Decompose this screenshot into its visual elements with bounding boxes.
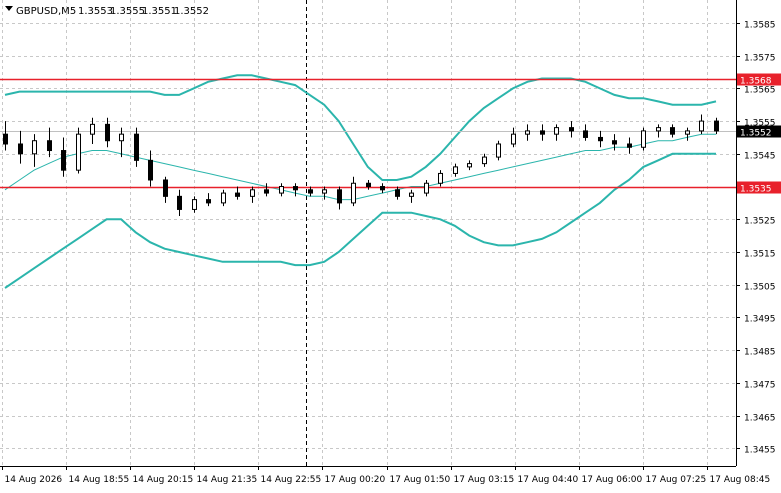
- candle-body-bull: [438, 172, 443, 184]
- x-tick-label: 14 Aug 21:35: [197, 475, 258, 485]
- x-tick-label: 17 Aug 03:15: [454, 475, 515, 485]
- y-tick-label: 1.3455: [744, 446, 776, 456]
- candle-body-bull: [32, 140, 37, 155]
- y-tick-label: 1.3475: [744, 381, 776, 391]
- candle-body-bear: [293, 186, 298, 191]
- candle-body-bear: [134, 133, 139, 161]
- x-tick-label: 14 Aug 18:55: [69, 475, 130, 485]
- x-tick-label: 17 Aug 07:25: [646, 475, 707, 485]
- y-tick-label: 1.3545: [744, 152, 776, 162]
- candle-body-bull: [322, 189, 327, 194]
- x-tick-label: 17 Aug 01:50: [390, 475, 451, 485]
- candle-body-bull: [424, 182, 429, 194]
- candle-body-bear: [380, 186, 385, 191]
- candle-body-bull: [699, 120, 704, 132]
- y-tick-label: 1.3575: [744, 54, 776, 64]
- candle-body-bull: [409, 192, 414, 197]
- ohlc-high: 1.3555: [110, 6, 145, 17]
- candle-body-bull: [525, 130, 530, 135]
- candle-body-bear: [670, 127, 675, 135]
- candle-body-bull: [453, 166, 458, 174]
- candle-body-bull: [119, 133, 124, 142]
- candle-body-bear: [3, 133, 8, 145]
- candle-body-bull: [221, 192, 226, 204]
- candle-body-bear: [235, 192, 240, 197]
- candle-body-bear: [18, 143, 23, 155]
- candle-body-bear: [583, 130, 588, 138]
- candle-body-bear: [366, 182, 371, 188]
- chart-background: [0, 0, 781, 489]
- candle-body-bull: [685, 130, 690, 135]
- candle-body-bull: [554, 127, 559, 135]
- candle-body-bear: [105, 123, 110, 142]
- ohlc-low: 1.3551: [142, 6, 177, 17]
- y-tick-label: 1.3495: [744, 315, 776, 325]
- candle-body-bull: [511, 133, 516, 145]
- candle-body-bull: [467, 163, 472, 168]
- candle-body-bear: [612, 140, 617, 145]
- price-chart[interactable]: 1.3568 1.3535 1.3552 1.3585 1.3575 1.3565 1.3…: [0, 0, 781, 489]
- candle-body-bear: [177, 195, 182, 210]
- candle-body-bull: [656, 127, 661, 132]
- chart-canvas[interactable]: 1.35681.35351.3552 1.35851.35751.35651.3…: [0, 0, 781, 489]
- y-tick-label: 1.3515: [744, 250, 776, 260]
- candle-body-bear: [598, 136, 603, 142]
- chart-header: GBPUSD,M5 1.3553 1.3555 1.3551 1.3552: [5, 6, 209, 17]
- x-tick-label: 17 Aug 00:20: [325, 475, 386, 485]
- candle-body-bull: [250, 189, 255, 197]
- x-tick-label: 17 Aug 04:40: [518, 475, 579, 485]
- candle-body-bear: [569, 127, 574, 132]
- candle-body-bear: [264, 189, 269, 194]
- candle-body-bear: [308, 189, 313, 194]
- x-tick-label: 17 Aug 06:00: [582, 475, 643, 485]
- y-tick-label: 1.3585: [744, 21, 776, 31]
- candle-body-bear: [163, 179, 168, 197]
- ohlc-open: 1.3553: [78, 6, 113, 17]
- candle-body-bull: [351, 182, 356, 204]
- current-price-label: 1.3552: [740, 129, 772, 139]
- x-tick-label: 17 Aug 08:45: [710, 475, 771, 485]
- y-tick-label: 1.3465: [744, 414, 776, 424]
- candle-body-bull: [482, 156, 487, 165]
- y-tick-label: 1.3505: [744, 283, 776, 293]
- candle-body-bear: [61, 150, 66, 171]
- y-tick-label: 1.3525: [744, 217, 776, 227]
- candle-body-bear: [540, 130, 545, 135]
- candle-body-bull: [279, 186, 284, 194]
- x-tick-label: 14 Aug 22:55: [261, 475, 322, 485]
- level-price-label: 1.3535: [740, 185, 772, 195]
- candle-body-bear: [627, 143, 632, 148]
- candle-body-bear: [714, 120, 719, 132]
- x-tick-label: 14 Aug 2026: [5, 475, 63, 485]
- candle-body-bear: [206, 199, 211, 204]
- candle-body-bull: [192, 199, 197, 210]
- candle-body-bear: [395, 189, 400, 197]
- candle-body-bull: [90, 123, 95, 135]
- candle-body-bull: [641, 130, 646, 148]
- y-tick-label: 1.3565: [744, 86, 776, 96]
- candle-body-bear: [148, 159, 153, 181]
- ohlc-close: 1.3552: [174, 6, 209, 17]
- candle-body-bull: [76, 133, 81, 171]
- candle-body-bear: [337, 189, 342, 204]
- symbol-label: GBPUSD,M5: [16, 6, 76, 17]
- y-tick-label: 1.3555: [744, 119, 776, 129]
- x-tick-label: 14 Aug 20:15: [133, 475, 194, 485]
- y-tick-label: 1.3485: [744, 348, 776, 358]
- candle-body-bear: [47, 140, 52, 152]
- candle-body-bull: [496, 143, 501, 158]
